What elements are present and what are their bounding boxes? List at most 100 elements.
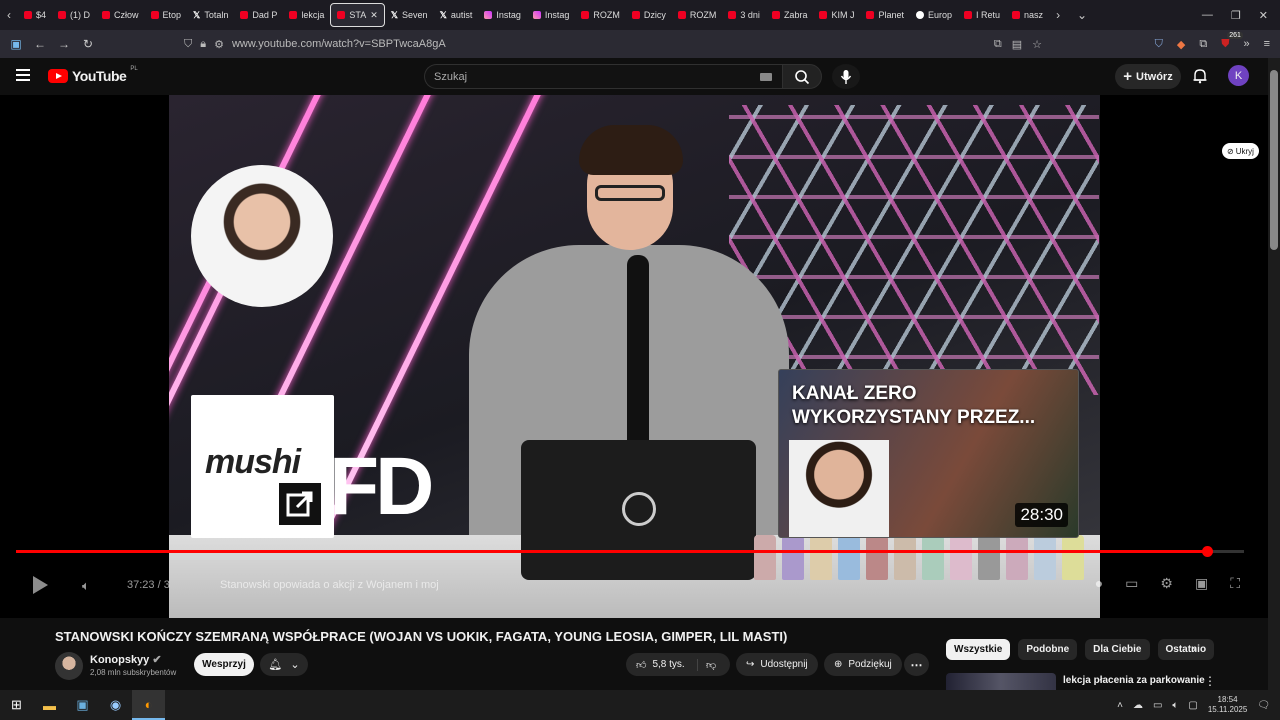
- channel-avatar[interactable]: [55, 652, 83, 680]
- progress-scrubber[interactable]: [1202, 546, 1214, 557]
- browser-tab[interactable]: nasz: [1006, 3, 1049, 27]
- keyboard-icon[interactable]: [760, 73, 772, 81]
- url-text[interactable]: www.youtube.com/watch?v=SBPTwcaA8gA: [232, 38, 446, 50]
- account-avatar[interactable]: K: [1228, 65, 1249, 86]
- browser-tab[interactable]: $4: [18, 3, 52, 27]
- menu-icon[interactable]: [16, 69, 30, 81]
- recommendation-title[interactable]: lekcja płacenia za parkowanie: [1063, 675, 1205, 686]
- clock[interactable]: 18:54 15.11.2025: [1208, 695, 1247, 715]
- browser-tab[interactable]: 𝕏 Totaln: [187, 3, 234, 27]
- chips-next-icon[interactable]: ›: [1192, 642, 1196, 656]
- close-window-icon[interactable]: ✕: [1259, 9, 1268, 22]
- overflow-menu-icon[interactable]: »: [1243, 38, 1249, 50]
- lock-icon[interactable]: 🔒︎: [200, 38, 206, 51]
- vpn-extension-icon[interactable]: ⛉: [1155, 38, 1163, 51]
- tab-scroll-left-icon[interactable]: ‹: [0, 8, 18, 22]
- volume-icon[interactable]: 🔈︎: [82, 578, 90, 594]
- ublock-icon[interactable]: ⛊ 261: [1221, 31, 1243, 51]
- tab-list-dropdown-icon[interactable]: ⌄: [1073, 8, 1091, 22]
- address-bar[interactable]: ⛉ 🔒︎ ⚙︎ www.youtube.com/watch?v=SBPTwcaA…: [176, 33, 1048, 55]
- progress-bar[interactable]: [16, 546, 1244, 557]
- browser-tab[interactable]: I Retu: [958, 3, 1006, 27]
- video-player[interactable]: FD mushi KANAŁ ZERO WYKORZYSTANY PRZEZ..…: [0, 95, 1268, 618]
- thanks-button[interactable]: ⊕ Podziękuj: [824, 653, 902, 676]
- autoplay-toggle-icon[interactable]: ●: [1095, 575, 1103, 592]
- close-tab-icon[interactable]: ✕: [370, 10, 378, 21]
- browser-tab[interactable]: KIM J: [813, 3, 860, 27]
- start-menu-icon[interactable]: ⊞: [0, 690, 33, 720]
- tray-expand-icon[interactable]: ˄: [1117, 700, 1123, 711]
- app-menu-icon[interactable]: ≡: [1264, 38, 1270, 50]
- end-screen-video-card[interactable]: KANAŁ ZERO WYKORZYSTANY PRZEZ... 28:30: [778, 369, 1079, 538]
- reload-icon[interactable]: ↻: [76, 37, 100, 51]
- browser-tab[interactable]: 𝕏autist: [434, 3, 479, 27]
- miniplayer-icon[interactable]: ▣: [1195, 575, 1208, 592]
- browser-tab[interactable]: (1) D: [52, 3, 96, 27]
- support-button[interactable]: Wesprzyj: [194, 653, 254, 676]
- minimize-icon[interactable]: —: [1202, 9, 1213, 21]
- browser-tab[interactable]: ROZM: [672, 3, 723, 27]
- tab-scroll-right-icon[interactable]: ›: [1049, 8, 1067, 22]
- fox-extension-icon[interactable]: ◆: [1177, 38, 1185, 51]
- browser-tab[interactable]: 3 dni: [722, 3, 766, 27]
- subscription-bell-button[interactable]: 🔔︎ ⌄: [260, 653, 308, 676]
- chip[interactable]: Dla Ciebie: [1085, 639, 1150, 660]
- browser-tab[interactable]: Dzicy: [626, 3, 672, 27]
- youtube-logo[interactable]: YouTube PL: [48, 66, 138, 84]
- chip[interactable]: Wszystkie: [946, 639, 1011, 660]
- browser-tab[interactable]: Dad P: [234, 3, 283, 27]
- permissions-icon[interactable]: ⚙︎: [214, 38, 224, 51]
- network-icon[interactable]: ▭: [1153, 700, 1162, 711]
- notifications-bell-icon[interactable]: [1192, 68, 1208, 84]
- browser-tab[interactable]: lekcja: [283, 3, 330, 27]
- browser-tab[interactable]: Etop: [145, 3, 188, 27]
- search-input[interactable]: Szukaj: [424, 64, 782, 89]
- voice-search-button[interactable]: [832, 64, 860, 89]
- browser-tab[interactable]: STA ✕: [330, 3, 385, 27]
- browser-tab[interactable]: Planet: [860, 3, 910, 27]
- create-button[interactable]: + Utwórz: [1115, 64, 1181, 89]
- settings-icon[interactable]: ⚙︎: [1160, 575, 1173, 592]
- display-icon[interactable]: ▢: [1188, 700, 1197, 711]
- hide-endscreen-button[interactable]: ⊘ Ukryj: [1222, 143, 1259, 159]
- channel-name-text[interactable]: Konopskyy: [90, 654, 149, 666]
- share-button[interactable]: ↪ Udostępnij: [736, 653, 818, 676]
- onedrive-icon[interactable]: ☁︎: [1133, 700, 1143, 711]
- video-frame[interactable]: FD: [169, 95, 1100, 618]
- page-scrollbar[interactable]: [1268, 58, 1280, 690]
- subtitles-icon[interactable]: ▭: [1125, 575, 1138, 592]
- sidebar-toggle-icon[interactable]: ▣: [4, 37, 28, 51]
- browser-tab[interactable]: Zabra: [766, 3, 814, 27]
- back-icon[interactable]: ←: [28, 37, 52, 51]
- channel-name[interactable]: Konopskyy ✔: [90, 653, 162, 666]
- pip-icon[interactable]: ⧉: [994, 38, 1002, 51]
- browser-tab[interactable]: Europ: [910, 3, 958, 27]
- steam-icon[interactable]: ◉: [99, 690, 132, 720]
- browser-tab[interactable]: ROZM: [575, 3, 626, 27]
- extensions-icon[interactable]: ⧉: [1199, 38, 1207, 51]
- reader-view-icon[interactable]: ▤: [1012, 38, 1022, 51]
- file-explorer-icon[interactable]: ▬: [33, 690, 66, 720]
- browser-tab[interactable]: Instag: [478, 3, 527, 27]
- search-button[interactable]: [782, 64, 822, 89]
- restore-icon[interactable]: ❐: [1231, 9, 1241, 22]
- browser-tab[interactable]: Człow: [96, 3, 145, 27]
- bookmark-star-icon[interactable]: ☆: [1032, 38, 1042, 51]
- browser-tab[interactable]: Instag: [527, 3, 576, 27]
- firefox-icon[interactable]: ◐: [132, 690, 165, 720]
- speaker-icon[interactable]: 🔈︎: [1172, 700, 1178, 711]
- external-link-icon[interactable]: [279, 483, 321, 525]
- recommendation-menu-icon[interactable]: ⋮: [1204, 674, 1216, 688]
- more-actions-icon[interactable]: ⋯: [904, 653, 929, 676]
- shield-icon[interactable]: ⛉: [184, 38, 192, 51]
- chip[interactable]: Podobne: [1018, 639, 1078, 660]
- sponsor-card[interactable]: mushi: [191, 395, 334, 538]
- browser-tab[interactable]: 𝕏 Seven: [385, 3, 434, 27]
- like-button[interactable]: 👍︎ 5,8 tys.: [626, 658, 698, 671]
- fullscreen-icon[interactable]: ⛶: [1230, 575, 1240, 592]
- chip[interactable]: Ostatnio: [1157, 639, 1215, 660]
- scrollbar-thumb[interactable]: [1270, 70, 1278, 250]
- recommendation-thumbnail[interactable]: [946, 673, 1056, 690]
- control-panel-icon[interactable]: ▣: [66, 690, 99, 720]
- play-icon[interactable]: [33, 576, 48, 594]
